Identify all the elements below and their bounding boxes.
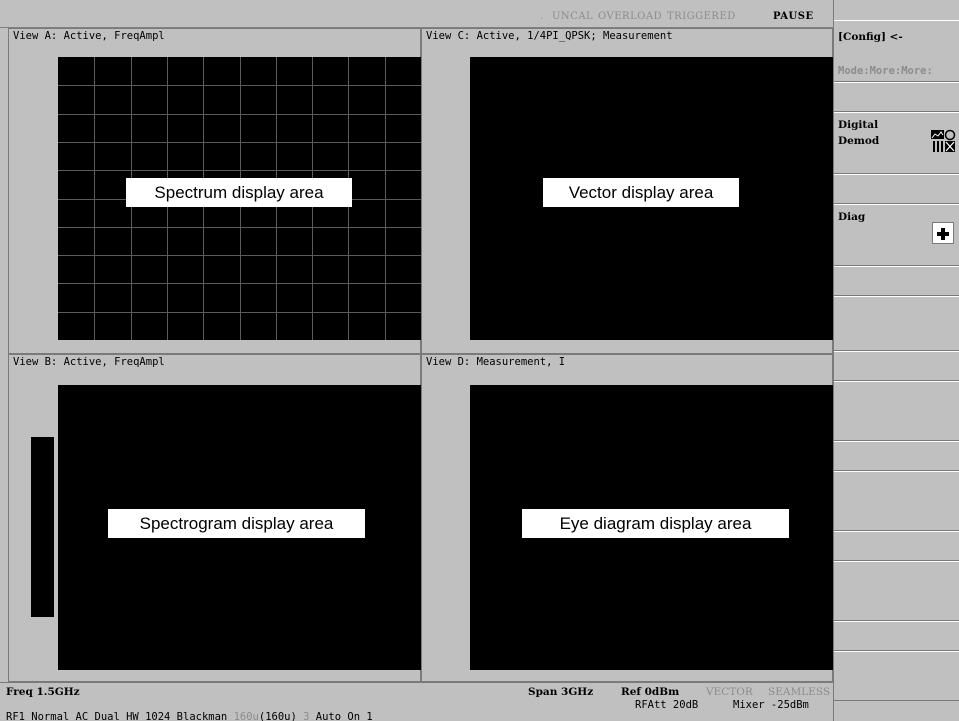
digital-demod-label: Digital Demod <box>838 119 880 147</box>
span-value: Span 3GHz <box>528 686 594 698</box>
graticule-line-horizontal <box>58 170 421 171</box>
side-menu: [Config] <- Mode:More:More: Digital Demo… <box>833 0 959 721</box>
settings-bar: Freq 1.5GHz Span 3GHz Ref 0dBm VECTOR SE… <box>0 682 833 721</box>
side-menu-blank-7[interactable] <box>834 441 959 471</box>
status-bar: . UNCAL OVERLOAD TRIGGERED PAUSE <box>0 0 833 28</box>
graticule-line-horizontal <box>58 85 421 86</box>
side-menu-blank-2[interactable] <box>834 174 959 204</box>
diag-button[interactable]: Diag <box>834 204 959 266</box>
digital-demod-icon <box>931 129 956 152</box>
status-marker: . <box>540 11 544 22</box>
vector-indicator: VECTOR <box>706 686 753 698</box>
config-label: [Config] <- <box>838 31 903 43</box>
view-a-title: View A: Active, FreqAmpl <box>13 30 165 42</box>
plus-icon <box>932 222 954 244</box>
status-pause: PAUSE <box>773 11 814 22</box>
reference-level: Ref 0dBm <box>621 686 680 698</box>
side-menu-blank-4[interactable] <box>834 296 959 351</box>
status-uncal: UNCAL <box>552 11 594 22</box>
graticule-line-horizontal <box>58 227 421 228</box>
eye-diagram-display-label: Eye diagram display area <box>522 509 789 538</box>
center-frequency: Freq 1.5GHz <box>6 686 80 698</box>
acquisition-settings-a: RF1 Normal AC Dual HW 1024 Blackman <box>6 711 234 721</box>
view-b[interactable]: View B: Active, FreqAmpl Spectrogram dis… <box>8 354 421 682</box>
view-d[interactable]: View D: Measurement, I Eye diagram displ… <box>421 354 833 682</box>
graticule-line-horizontal <box>58 283 421 284</box>
acquisition-settings-c: Auto On 1 <box>309 711 373 721</box>
view-d-title: View D: Measurement, I <box>426 356 566 368</box>
rbw-value: 160u <box>233 711 259 721</box>
side-menu-blank-8[interactable] <box>834 471 959 531</box>
graticule-line-horizontal <box>58 142 421 143</box>
seamless-indicator: SEAMLESS <box>768 686 831 698</box>
status-triggered: TRIGGERED <box>667 11 736 22</box>
vector-display-label: Vector display area <box>543 178 739 207</box>
graticule-line-horizontal <box>58 255 421 256</box>
side-menu-blank-10[interactable] <box>834 561 959 621</box>
side-menu-blank-5[interactable] <box>834 351 959 381</box>
side-menu-blank-12[interactable] <box>834 651 959 701</box>
graticule-line-horizontal <box>58 312 421 313</box>
side-menu-blank-6[interactable] <box>834 381 959 441</box>
mixer-level: Mixer -25dBm <box>733 699 809 711</box>
spectrum-display-label: Spectrum display area <box>126 178 352 207</box>
side-menu-blank-3[interactable] <box>834 266 959 296</box>
digital-demod-button[interactable]: Digital Demod <box>834 112 959 174</box>
rf-attenuation: RFAtt 20dB <box>635 699 699 711</box>
view-c[interactable]: View C: Active, 1/4PI_QPSK; Measurement … <box>421 28 833 354</box>
status-overload: OVERLOAD <box>598 11 663 22</box>
side-menu-blank-11[interactable] <box>834 621 959 651</box>
diag-label: Diag <box>838 211 866 223</box>
graticule-line-horizontal <box>58 114 421 115</box>
acquisition-settings: RF1 Normal AC Dual HW 1024 Blackman 160u… <box>6 711 373 721</box>
view-c-title: View C: Active, 1/4PI_QPSK; Measurement <box>426 30 673 42</box>
config-button[interactable]: [Config] <- Mode:More:More: <box>834 20 959 82</box>
spectrogram-color-scale <box>31 437 54 617</box>
side-menu-blank-1[interactable] <box>834 82 959 112</box>
analyzer-screen: . UNCAL OVERLOAD TRIGGERED PAUSE View A:… <box>0 0 959 721</box>
mode-label: Mode:More:More: <box>838 65 933 77</box>
side-menu-blank-9[interactable] <box>834 531 959 561</box>
view-a[interactable]: View A: Active, FreqAmpl Spectrum displa… <box>8 28 421 354</box>
spectrogram-display-label: Spectrogram display area <box>108 509 365 538</box>
acquisition-settings-b: (160u) <box>258 711 304 721</box>
view-b-title: View B: Active, FreqAmpl <box>13 356 165 368</box>
